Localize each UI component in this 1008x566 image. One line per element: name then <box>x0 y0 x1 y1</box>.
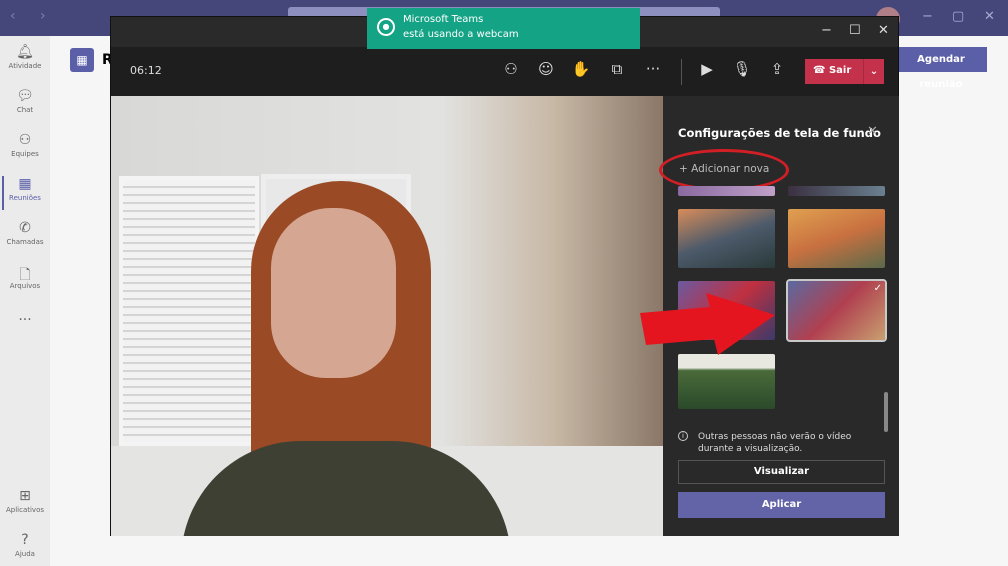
close-icon[interactable]: ✕ <box>867 124 878 139</box>
maximize-button[interactable]: ▢ <box>952 9 964 24</box>
help-icon: ? <box>21 532 29 548</box>
more-icon[interactable]: ··· <box>643 60 663 78</box>
annotation-circle <box>659 149 789 191</box>
meeting-toolbar: 06:12 ⚇ ☺ ✋ ⧉ ··· ▶ 🎙︎ ⇪ ☎ Sair ⌄ <box>111 47 898 96</box>
camera-icon[interactable]: ▶ <box>697 60 717 78</box>
info-text: Outras pessoas não verão o vídeo durante… <box>698 432 852 454</box>
webcam-icon: ● <box>377 18 395 36</box>
share-screen-icon[interactable]: ⇪ <box>767 60 787 78</box>
sidebar-item-label: Atividade <box>8 62 42 70</box>
hang-up-icon: ☎ <box>813 65 826 76</box>
sidebar: 🔔︎ Atividade 💬︎ Chat ⚇ Equipes ▦ Reuniões ✆ C… <box>0 36 50 566</box>
apply-button[interactable]: Aplicar <box>678 492 885 518</box>
maximize-button[interactable]: ☐ <box>849 23 861 38</box>
sidebar-item-atividade[interactable]: 🔔︎ Atividade <box>0 44 50 70</box>
info-icon: i <box>678 431 688 441</box>
info-message: i Outras pessoas não verão o vídeo durant… <box>678 431 883 455</box>
nav-arrows[interactable]: ‹ › <box>10 8 56 24</box>
sidebar-item-more[interactable]: ··· <box>0 312 50 330</box>
bell-icon: 🔔︎ <box>16 44 34 60</box>
sidebar-item-aplicativos[interactable]: ⊞ Aplicativos <box>0 488 50 514</box>
background-thumbnail[interactable] <box>678 186 775 196</box>
window-blind <box>119 176 259 446</box>
divider <box>681 59 682 85</box>
background-thumbnail[interactable] <box>678 209 775 268</box>
meeting-window: − ☐ ✕ 06:12 ⚇ ☺ ✋ ⧉ ··· ▶ 🎙︎ ⇪ ☎ Sair ⌄ … <box>110 16 899 536</box>
close-button[interactable]: ✕ <box>984 9 995 24</box>
file-icon: 🗋 <box>19 267 31 283</box>
sidebar-item-label: Aplicativos <box>5 506 45 514</box>
sidebar-item-ajuda[interactable]: ? Ajuda <box>0 532 50 558</box>
sidebar-item-label: Chat <box>16 106 34 114</box>
minimize-button[interactable]: − <box>922 9 933 24</box>
rooms-icon[interactable]: ⧉ <box>607 60 627 78</box>
background-thumbnail[interactable] <box>678 354 775 409</box>
chat-icon[interactable]: ☺ <box>536 60 556 78</box>
sidebar-item-label: Ajuda <box>15 550 35 558</box>
scrollbar[interactable] <box>884 392 888 432</box>
sidebar-item-label: Equipes <box>11 150 39 158</box>
sidebar-item-equipes[interactable]: ⚇ Equipes <box>0 132 50 158</box>
calendar-icon: ▦ <box>70 48 94 72</box>
background-thumbnail[interactable] <box>788 186 885 196</box>
sidebar-item-reunioes[interactable]: ▦ Reuniões <box>0 176 50 210</box>
schedule-meeting-button[interactable]: Agendar reunião <box>895 47 987 90</box>
sidebar-item-label: Arquivos <box>9 282 41 290</box>
apps-icon: ⊞ <box>19 488 31 504</box>
annotation-arrow-icon <box>640 293 775 355</box>
self-video <box>111 96 663 536</box>
preview-button[interactable]: Visualizar <box>678 460 885 484</box>
leave-button[interactable]: ☎ Sair ⌄ <box>805 59 884 84</box>
person-face <box>271 208 396 378</box>
sidebar-item-chamadas[interactable]: ✆ Chamadas <box>0 220 50 246</box>
webcam-notification[interactable]: ● Microsoft Teams está usando a webcam <box>367 8 640 49</box>
check-icon: ✓ <box>873 283 882 294</box>
sidebar-item-label: Reuniões <box>9 194 41 202</box>
raise-hand-icon[interactable]: ✋ <box>571 60 591 78</box>
background-thumbnail[interactable] <box>788 209 885 268</box>
more-icon: ··· <box>18 312 32 328</box>
chat-icon: 💬︎ <box>16 88 34 104</box>
leave-label: Sair <box>828 65 852 76</box>
participants-icon[interactable]: ⚇ <box>501 60 521 78</box>
sidebar-item-label: Chamadas <box>6 238 44 246</box>
panel-title: Configurações de tela de fundo <box>678 126 881 140</box>
close-button[interactable]: ✕ <box>878 23 889 38</box>
minimize-button[interactable]: − <box>821 23 832 38</box>
teams-icon: ⚇ <box>18 132 32 148</box>
meeting-timer: 06:12 <box>130 64 162 77</box>
microphone-icon[interactable]: 🎙︎ <box>732 60 752 78</box>
calendar-icon: ▦ <box>18 176 32 192</box>
toast-title: Microsoft Teams <box>403 14 484 25</box>
background-thumbnail-selected[interactable]: ✓ <box>786 279 887 342</box>
sidebar-item-arquivos[interactable]: 🗋 Arquivos <box>0 264 50 290</box>
chevron-down-icon[interactable]: ⌄ <box>863 59 884 84</box>
phone-icon: ✆ <box>19 220 31 236</box>
toast-message: está usando a webcam <box>403 29 519 40</box>
sidebar-item-chat[interactable]: 💬︎ Chat <box>0 88 50 114</box>
